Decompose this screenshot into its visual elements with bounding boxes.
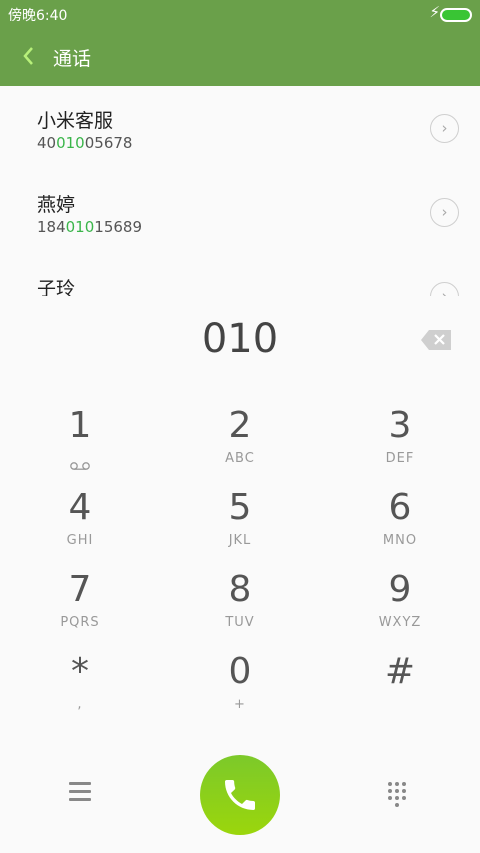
app-bar: 通话	[0, 28, 480, 86]
chevron-right-icon[interactable]: ›	[430, 114, 459, 143]
list-item[interactable]: 子玲 ›	[0, 254, 480, 296]
dialpad: 010 1 2 ABC 3 DEF 4 GHI 5 JKL 6 MNO 7 PQ…	[0, 296, 480, 853]
menu-icon[interactable]	[69, 782, 91, 802]
list-item[interactable]: 小米客服 4001005678 ›	[0, 86, 480, 170]
charging-icon: ⚡	[429, 3, 440, 21]
chevron-right-icon[interactable]: ›	[430, 198, 459, 227]
chevron-left-icon[interactable]	[18, 42, 42, 70]
contact-list: 小米客服 4001005678 › 燕婷 18401015689 › 子玲 ›	[0, 86, 480, 296]
voicemail-icon	[70, 456, 90, 470]
key-5[interactable]: 5 JKL	[160, 488, 320, 570]
page-title: 通话	[53, 48, 92, 70]
contact-name: 小米客服	[37, 110, 114, 132]
key-star[interactable]: * ,	[0, 652, 160, 734]
key-3[interactable]: 3 DEF	[320, 406, 480, 488]
contact-number: 18401015689	[37, 218, 142, 236]
dialer-actions	[0, 755, 480, 835]
status-time: 傍晚6:40	[8, 8, 68, 24]
contact-number: 4001005678	[37, 134, 133, 152]
key-0[interactable]: 0 +	[160, 652, 320, 734]
key-9[interactable]: 9 WXYZ	[320, 570, 480, 652]
battery-icon	[440, 8, 472, 22]
key-4[interactable]: 4 GHI	[0, 488, 160, 570]
key-hash[interactable]: #	[320, 652, 480, 734]
list-item[interactable]: 燕婷 18401015689 ›	[0, 170, 480, 254]
key-1[interactable]: 1	[0, 406, 160, 488]
backspace-icon[interactable]	[421, 330, 451, 350]
key-8[interactable]: 8 TUV	[160, 570, 320, 652]
status-bar: 傍晚6:40 ⚡	[0, 0, 480, 28]
chevron-right-icon[interactable]: ›	[430, 282, 459, 296]
key-2[interactable]: 2 ABC	[160, 406, 320, 488]
key-6[interactable]: 6 MNO	[320, 488, 480, 570]
contact-name: 燕婷	[37, 194, 76, 216]
call-button[interactable]	[200, 755, 280, 835]
key-7[interactable]: 7 PQRS	[0, 570, 160, 652]
contact-name: 子玲	[37, 278, 76, 296]
dial-input: 010	[201, 316, 279, 362]
phone-icon	[220, 775, 260, 815]
dialpad-icon[interactable]	[388, 782, 410, 808]
